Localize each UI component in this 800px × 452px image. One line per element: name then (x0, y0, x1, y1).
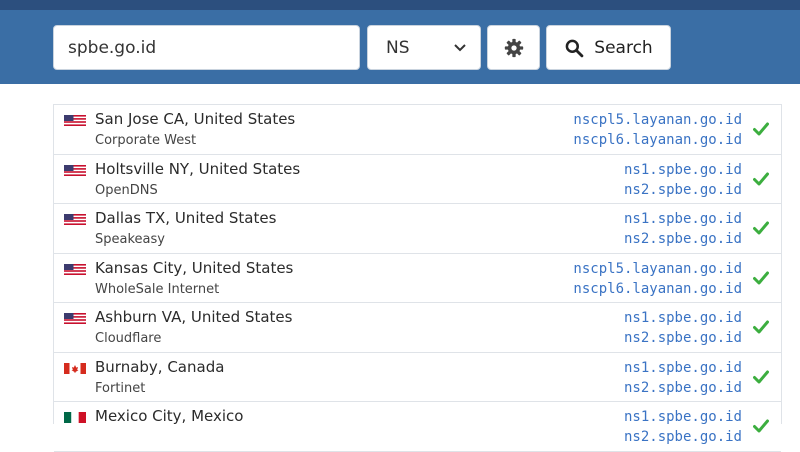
canada-flag-icon (64, 362, 86, 374)
nameserver-link[interactable]: ns2.spbe.go.id (624, 380, 742, 396)
nameserver-link[interactable]: nscpl6.layanan.go.id (573, 281, 742, 297)
location-name: Ashburn VA, United States (95, 308, 293, 326)
location-name: Burnaby, Canada (95, 357, 225, 376)
provider-name: Corporate West (95, 133, 197, 148)
location-name: Mexico City, Mexico (95, 407, 244, 425)
provider-name: Speakeasy (95, 232, 165, 247)
nameserver-link[interactable]: ns1.spbe.go.id (624, 360, 742, 376)
nameserver-link[interactable]: ns1.spbe.go.id (624, 409, 742, 425)
top-strip (0, 0, 800, 10)
search-button[interactable]: Search (546, 25, 671, 70)
result-row: Ashburn VA, United States Cloudflare ns1… (54, 303, 781, 353)
nameserver-link[interactable]: ns2.spbe.go.id (624, 182, 742, 198)
domain-search-input[interactable] (53, 25, 360, 70)
chevron-down-icon (454, 43, 466, 51)
gear-icon (504, 38, 523, 57)
location-name: Kansas City, United States (95, 258, 294, 277)
location-name: Dallas TX, United States (95, 209, 277, 227)
mexico-flag-icon (64, 412, 86, 423)
record-type-value: NS (386, 37, 410, 58)
us-flag-icon (64, 164, 86, 176)
check-icon (753, 320, 769, 334)
nameserver-link[interactable]: ns2.spbe.go.id (624, 429, 742, 445)
result-row: Mexico City, Mexico ns1.spbe.go.id ns2.s… (54, 402, 781, 452)
provider-name: Fortinet (95, 380, 146, 396)
check-icon (753, 122, 769, 136)
result-row: Burnaby, Canada Fortinet ns1.spbe.go.id … (54, 353, 781, 402)
search-icon (565, 39, 584, 57)
result-row: Holtsville NY, United States OpenDNS ns1… (54, 155, 781, 204)
us-flag-icon (64, 313, 86, 324)
check-icon (753, 271, 769, 284)
check-icon (753, 172, 769, 185)
provider-name: OpenDNS (95, 182, 158, 198)
us-flag-icon (64, 214, 86, 225)
provider-name: Cloudflare (95, 331, 162, 346)
results-list: San Jose CA, United States Corporate Wes… (53, 104, 782, 452)
nameserver-link[interactable]: ns2.spbe.go.id (624, 231, 742, 247)
location-name: San Jose CA, United States (95, 110, 296, 128)
nameserver-link[interactable]: nscpl6.layanan.go.id (573, 132, 742, 148)
nameserver-link[interactable]: ns1.spbe.go.id (624, 162, 742, 178)
result-row: San Jose CA, United States Corporate Wes… (54, 105, 781, 155)
us-flag-icon (64, 263, 86, 275)
us-flag-icon (64, 115, 86, 126)
location-name: Holtsville NY, United States (95, 159, 301, 178)
check-icon (753, 370, 769, 383)
record-type-select[interactable]: NS (367, 25, 481, 70)
nameserver-link[interactable]: ns1.spbe.go.id (624, 310, 742, 326)
result-row: Kansas City, United States WholeSale Int… (54, 254, 781, 303)
settings-button[interactable] (487, 25, 540, 70)
nameserver-link[interactable]: ns2.spbe.go.id (624, 330, 742, 346)
nameserver-link[interactable]: ns1.spbe.go.id (624, 211, 742, 227)
check-icon (753, 419, 769, 433)
provider-name: WholeSale Internet (95, 281, 220, 297)
result-row: Dallas TX, United States Speakeasy ns1.s… (54, 204, 781, 254)
check-icon (753, 221, 769, 235)
search-button-label: Search (594, 37, 653, 58)
nameserver-link[interactable]: nscpl5.layanan.go.id (573, 112, 742, 128)
nameserver-link[interactable]: nscpl5.layanan.go.id (573, 261, 742, 277)
